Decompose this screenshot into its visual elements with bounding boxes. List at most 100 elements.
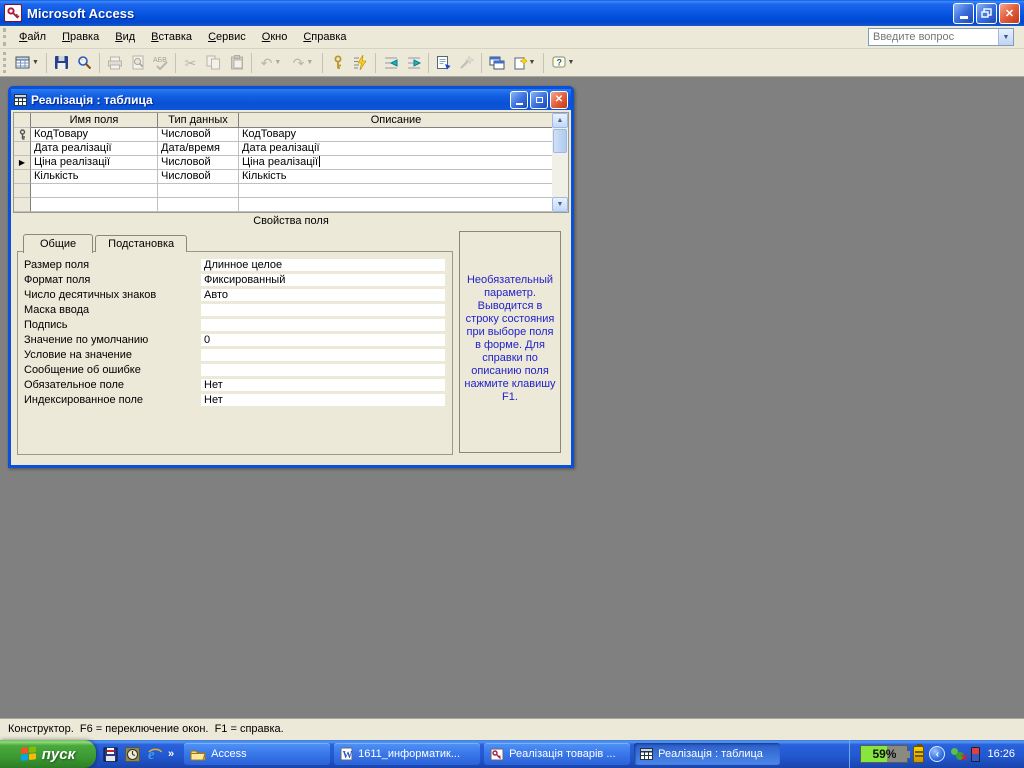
system-tray: 59% ‹ ✕ 16:26 — [849, 740, 1024, 768]
column-header-data-type[interactable]: Тип данных — [158, 113, 239, 128]
field-size-input[interactable]: Длинное целое — [200, 257, 446, 272]
menu-view[interactable]: Вид — [107, 28, 143, 47]
quicklaunch-overflow-chevron[interactable]: » — [168, 748, 174, 760]
field-desc-cell-editing[interactable]: Ціна реалізації — [239, 156, 554, 170]
required-input[interactable]: Нет — [200, 377, 446, 392]
ask-question-input[interactable] — [869, 30, 998, 44]
new-object-button[interactable]: ▼ — [508, 51, 540, 74]
doc-close-button[interactable]: ✕ — [550, 90, 568, 109]
field-type-cell[interactable] — [158, 198, 239, 212]
primary-key-button[interactable] — [326, 51, 349, 74]
row-selector-current[interactable]: ▶ — [14, 156, 31, 170]
delete-rows-button[interactable] — [402, 51, 425, 74]
column-header-description[interactable]: Описание — [239, 113, 554, 128]
help-button[interactable]: ? ▼ — [547, 51, 579, 74]
property-label: Индексированное поле — [24, 393, 143, 406]
doc-titlebar[interactable]: Реалізація : таблица ✕ — [11, 89, 571, 110]
scroll-up-icon[interactable]: ▲ — [552, 113, 568, 128]
properties-button[interactable] — [432, 51, 455, 74]
property-label: Число десятичных знаков — [24, 288, 157, 301]
battery-gauge: 59% — [860, 745, 911, 763]
format-input[interactable]: Фиксированный — [200, 272, 446, 287]
current-row-arrow-icon: ▶ — [18, 158, 26, 167]
field-desc-cell[interactable]: КодТовару — [239, 128, 554, 142]
minimize-button[interactable] — [953, 2, 974, 24]
field-type-cell[interactable]: Числовой — [158, 128, 239, 142]
caption-input[interactable] — [200, 317, 446, 332]
validation-text-input[interactable] — [200, 362, 446, 377]
field-name-cell[interactable]: Дата реалізації — [31, 142, 158, 156]
row-selector[interactable] — [14, 184, 31, 198]
menu-insert[interactable]: Вставка — [143, 28, 200, 47]
doc-maximize-button[interactable] — [530, 90, 548, 109]
decimal-places-input[interactable]: Авто — [200, 287, 446, 302]
taskbar-button-access-database[interactable]: Реалізація товарів ... — [484, 743, 631, 765]
doc-minimize-button[interactable] — [510, 90, 528, 109]
row-selector[interactable] — [14, 198, 31, 212]
validation-rule-input[interactable] — [200, 347, 446, 362]
tab-lookup[interactable]: Подстановка — [95, 235, 188, 252]
row-selector[interactable] — [14, 142, 31, 156]
taskbar-button-table-active[interactable]: Реалізація : таблица — [634, 743, 781, 765]
field-desc-cell[interactable] — [239, 184, 554, 198]
quick-launch: e » — [96, 746, 180, 763]
taskbar-button-label: Реалізація товарів ... — [509, 748, 616, 760]
menu-window[interactable]: Окно — [254, 28, 296, 47]
indexes-button[interactable] — [349, 51, 372, 74]
field-type-cell[interactable]: Числовой — [158, 170, 239, 184]
table-row-empty — [14, 184, 568, 198]
taskbar-button-label: Реалізація : таблица — [658, 748, 763, 760]
toolbar-grip[interactable] — [3, 51, 8, 74]
menubar-grip[interactable] — [3, 28, 8, 46]
file-search-button[interactable] — [73, 51, 96, 74]
field-type-cell[interactable]: Дата/время — [158, 142, 239, 156]
row-selector-primary-key[interactable] — [14, 128, 31, 142]
doc-content: Имя поля Тип данных Описание КодТовару Ч… — [11, 110, 571, 465]
quicklaunch-disk-icon[interactable] — [102, 746, 119, 763]
field-desc-cell[interactable]: Дата реалізації — [239, 142, 554, 156]
field-name-cell[interactable]: КодТовару — [31, 128, 158, 142]
view-design-button[interactable]: ▼ — [11, 51, 43, 74]
scrollbar-thumb[interactable] — [553, 129, 567, 153]
table-icon — [640, 748, 654, 760]
scroll-down-icon[interactable]: ▼ — [552, 197, 568, 212]
field-desc-cell[interactable]: Кількість — [239, 170, 554, 184]
field-name-cell[interactable]: Ціна реалізації — [31, 156, 158, 170]
field-desc-cell[interactable] — [239, 198, 554, 212]
start-button[interactable]: пуск — [0, 740, 96, 768]
hide-tray-icons-chevron[interactable]: ‹ — [929, 746, 946, 762]
mdi-workspace: Реалізація : таблица ✕ Имя поля Тип данн… — [0, 78, 1024, 718]
battery-status-icon[interactable] — [913, 743, 925, 763]
quicklaunch-clock-icon[interactable] — [124, 746, 141, 763]
property-label: Обязательное поле — [24, 378, 125, 391]
field-type-cell[interactable] — [158, 184, 239, 198]
taskbar-button-access-folder[interactable]: Access — [184, 743, 331, 765]
column-header-field-name[interactable]: Имя поля — [31, 113, 158, 128]
menu-edit[interactable]: Правка — [54, 28, 107, 47]
indexed-input[interactable]: Нет — [200, 392, 446, 407]
field-name-cell[interactable]: Кількість — [31, 170, 158, 184]
default-value-input[interactable]: 0 — [200, 332, 446, 347]
database-window-button[interactable] — [485, 51, 508, 74]
field-name-cell[interactable] — [31, 198, 158, 212]
chevron-down-icon[interactable]: ▼ — [998, 29, 1013, 45]
quicklaunch-internet-explorer-icon[interactable]: e — [146, 746, 163, 763]
menu-tools[interactable]: Сервис — [200, 28, 254, 47]
tab-general[interactable]: Общие — [23, 234, 94, 253]
power-meter-icon[interactable] — [971, 746, 981, 762]
field-name-cell[interactable] — [31, 184, 158, 198]
grid-vertical-scrollbar[interactable]: ▲ ▼ — [552, 113, 568, 212]
messenger-offline-icon[interactable]: ✕ — [950, 746, 968, 764]
taskbar-button-word-doc[interactable]: W 1611_информатик... — [334, 743, 481, 765]
menu-file[interactable]: Файл — [11, 28, 54, 47]
undo-button: ↶ ▼ — [260, 54, 282, 71]
insert-rows-button[interactable] — [379, 51, 402, 74]
field-type-cell[interactable]: Числовой — [158, 156, 239, 170]
close-button[interactable]: ✕ — [999, 2, 1020, 24]
ask-question-box[interactable]: ▼ — [868, 28, 1014, 46]
menu-help[interactable]: Справка — [295, 28, 354, 47]
save-button[interactable] — [50, 51, 73, 74]
input-mask-input[interactable] — [200, 302, 446, 317]
restore-button[interactable] — [976, 2, 997, 24]
row-selector[interactable] — [14, 170, 31, 184]
